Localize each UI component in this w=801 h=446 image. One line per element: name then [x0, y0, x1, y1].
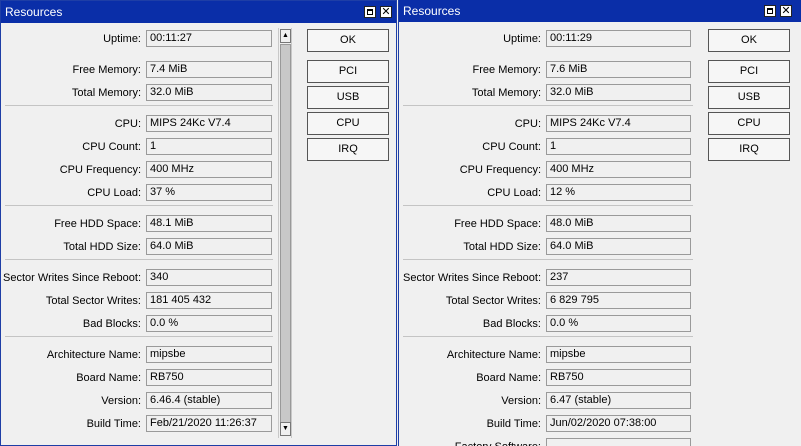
field-label: Board Name:	[76, 372, 141, 384]
irq-button[interactable]: IRQ	[307, 138, 389, 161]
field-value[interactable]: 32.0 MiB	[146, 84, 272, 101]
field-value[interactable]: Jun/02/2020 07:38:00	[546, 415, 691, 432]
close-icon[interactable]: ✕	[780, 5, 792, 17]
field-value[interactable]: 340	[146, 269, 272, 286]
window-title: Resources	[403, 4, 461, 18]
separator	[5, 336, 273, 337]
pci-button[interactable]: PCI	[307, 60, 389, 83]
field-value[interactable]: RB750	[546, 369, 691, 386]
field-label: Free HDD Space:	[54, 218, 141, 230]
ok-button[interactable]: OK	[708, 29, 790, 52]
field-value[interactable]: 400 MHz	[146, 161, 272, 178]
field-label: Free HDD Space:	[454, 218, 541, 230]
field-label: Bad Blocks:	[82, 318, 141, 330]
field-value[interactable]: RB750	[146, 369, 272, 386]
resources-window-left: Resources ✕ Uptime: 00:11:27 Free Memory: 7…	[0, 0, 397, 446]
field-label: Architecture Name:	[46, 349, 141, 361]
field-label: CPU Load:	[87, 187, 141, 199]
separator	[5, 105, 273, 106]
field-value[interactable]: 7.6 MiB	[546, 61, 691, 78]
ok-button[interactable]: OK	[307, 29, 389, 52]
separator	[403, 205, 693, 206]
field-value[interactable]: 1	[146, 138, 272, 155]
field-label: Free Memory:	[72, 64, 141, 76]
field-label: CPU:	[114, 118, 141, 130]
field-value[interactable]: 12 %	[546, 184, 691, 201]
window-title: Resources	[5, 5, 63, 19]
cpu-button[interactable]: CPU	[708, 112, 790, 135]
field-label: Factory Software:	[399, 441, 541, 446]
separator	[403, 336, 693, 337]
maximize-icon[interactable]	[764, 5, 776, 17]
scroll-up-icon[interactable]: ▲	[280, 29, 291, 43]
field-label: Sector Writes Since Reboot:	[3, 272, 141, 284]
field-value[interactable]: 6.46.4 (stable)	[146, 392, 272, 409]
field-value[interactable]: 48.0 MiB	[546, 215, 691, 232]
field-label: Total Memory:	[71, 87, 141, 99]
field-label: Board Name:	[476, 372, 541, 384]
field-value[interactable]: 64.0 MiB	[546, 238, 691, 255]
resources-window-right: Resources ✕ Uptime: 00:11:29 Free Memory: 7…	[398, 0, 801, 446]
usb-button[interactable]: USB	[708, 86, 790, 109]
field-value[interactable]	[546, 438, 691, 446]
field-value[interactable]: MIPS 24Kc V7.4	[146, 115, 272, 132]
field-value[interactable]: 32.0 MiB	[546, 84, 691, 101]
field-value[interactable]: 1	[546, 138, 691, 155]
field-label: Sector Writes Since Reboot:	[403, 272, 541, 284]
scrollbar[interactable]: ▲ ▼	[278, 28, 292, 438]
field-label: Total Sector Writes:	[45, 295, 141, 307]
field-value[interactable]: 48.1 MiB	[146, 215, 272, 232]
field-label: CPU Frequency:	[59, 164, 141, 176]
field-value[interactable]: 64.0 MiB	[146, 238, 272, 255]
field-label: Total HDD Size:	[63, 241, 141, 253]
field-value[interactable]: 6 829 795	[546, 292, 691, 309]
field-value[interactable]: 0.0 %	[546, 315, 691, 332]
cpu-button[interactable]: CPU	[307, 112, 389, 135]
field-label: CPU:	[514, 118, 541, 130]
field-value[interactable]: mipsbe	[546, 346, 691, 363]
field-value[interactable]: 00:11:29	[546, 30, 691, 47]
field-label: Total HDD Size:	[463, 241, 541, 253]
scroll-thumb[interactable]	[280, 44, 291, 424]
close-icon[interactable]: ✕	[380, 6, 392, 18]
separator	[5, 259, 273, 260]
pci-button[interactable]: PCI	[708, 60, 790, 83]
field-label: Bad Blocks:	[482, 318, 541, 330]
separator	[403, 105, 693, 106]
field-label: Version:	[501, 395, 541, 407]
separator	[403, 259, 693, 260]
field-value[interactable]: 7.4 MiB	[146, 61, 272, 78]
field-label: Total Sector Writes:	[445, 295, 541, 307]
irq-button[interactable]: IRQ	[708, 138, 790, 161]
scroll-down-icon[interactable]: ▼	[280, 422, 291, 436]
field-label: CPU Count:	[482, 141, 541, 153]
usb-button[interactable]: USB	[307, 86, 389, 109]
field-label: Total Memory:	[471, 87, 541, 99]
field-value[interactable]: 00:11:27	[146, 30, 272, 47]
field-label: CPU Frequency:	[459, 164, 541, 176]
title-bar[interactable]: Resources ✕	[1, 1, 396, 23]
separator	[5, 205, 273, 206]
field-value[interactable]: Feb/21/2020 11:26:37	[146, 415, 272, 432]
field-label: Uptime:	[503, 33, 541, 45]
field-value[interactable]: 6.47 (stable)	[546, 392, 691, 409]
field-value[interactable]: 37 %	[146, 184, 272, 201]
title-bar[interactable]: Resources ✕	[399, 0, 801, 22]
field-value[interactable]: MIPS 24Kc V7.4	[546, 115, 691, 132]
field-value[interactable]: 400 MHz	[546, 161, 691, 178]
field-label: Version:	[101, 395, 141, 407]
field-value[interactable]: 181 405 432	[146, 292, 272, 309]
field-label: Uptime:	[103, 33, 141, 45]
field-label: Build Time:	[486, 418, 541, 430]
field-label: Build Time:	[86, 418, 141, 430]
field-label: Free Memory:	[472, 64, 541, 76]
maximize-icon[interactable]	[364, 6, 376, 18]
field-value[interactable]: 0.0 %	[146, 315, 272, 332]
field-label: Architecture Name:	[446, 349, 541, 361]
field-value[interactable]: 237	[546, 269, 691, 286]
field-value[interactable]: mipsbe	[146, 346, 272, 363]
field-label: CPU Count:	[82, 141, 141, 153]
field-label: CPU Load:	[487, 187, 541, 199]
